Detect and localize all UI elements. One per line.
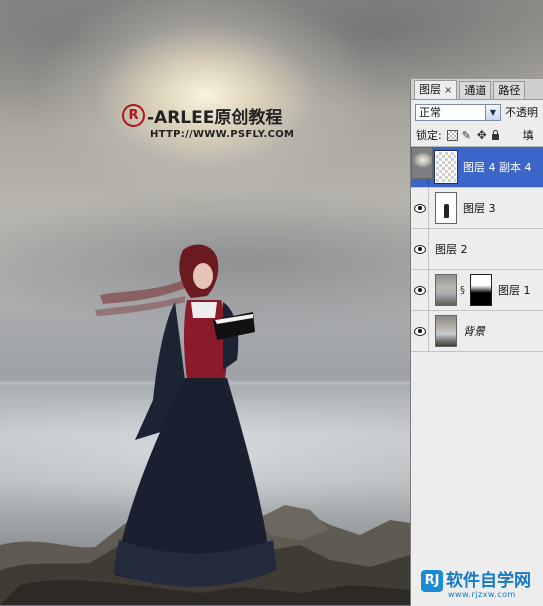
blend-mode-select[interactable]: 正常 ▼ xyxy=(415,103,501,121)
registered-mark-icon: R xyxy=(122,104,145,127)
lock-image-pixels-icon[interactable]: ✎ xyxy=(462,130,473,141)
layer-thumbnail xyxy=(411,147,433,179)
watermark-url: HTTP://WWW.PSFLY.COM xyxy=(150,129,295,140)
tab-channels-label: 通道 xyxy=(464,84,487,97)
layer-name: 图层 4 副本 4 xyxy=(463,161,532,174)
layer-name: 背景 xyxy=(463,325,485,338)
layer-list: 图层 4 副本 4 图层 3 图层 2 § 图层 1 背景 xyxy=(411,147,543,352)
site-logo: RJ 软件自学网 xyxy=(421,570,531,592)
woman-figure xyxy=(95,244,277,587)
lock-all-icon[interactable] xyxy=(491,130,499,140)
watermark-title: -ARLEE原创教程 xyxy=(147,108,283,128)
watermark-title-row: R -ARLEE原创教程 xyxy=(122,103,294,128)
site-logo-url: www.rjzxw.com xyxy=(448,590,516,599)
layer-name: 图层 2 xyxy=(435,243,468,256)
blend-row: 正常 ▼ 不透明 xyxy=(411,100,543,124)
opacity-label: 不透明 xyxy=(505,106,538,119)
layer-thumbnail xyxy=(434,150,458,184)
layers-panel: 图层× 通道 路径 正常 ▼ 不透明 锁定: ✎ ✥ 填 图层 4 副本 4 xyxy=(410,78,543,606)
layer-thumbnail xyxy=(435,315,457,347)
tab-paths-label: 路径 xyxy=(498,84,521,97)
fill-label: 填 xyxy=(522,129,534,142)
tab-layers[interactable]: 图层 × xyxy=(414,80,458,99)
visibility-toggle[interactable] xyxy=(411,270,429,310)
tab-paths[interactable]: 路径 xyxy=(493,81,526,99)
visibility-toggle[interactable] xyxy=(411,188,429,228)
site-logo-text: 软件自学网 xyxy=(446,570,531,591)
panel-tabs: 图层 × 通道 路径 xyxy=(411,79,543,100)
lock-row: 锁定: ✎ ✥ 填 xyxy=(411,124,543,147)
layer-thumbnail xyxy=(435,274,457,306)
chevron-down-icon[interactable]: ▼ xyxy=(485,104,500,120)
eye-icon xyxy=(413,203,426,213)
lock-transparent-pixels-icon[interactable] xyxy=(446,129,458,141)
lock-label: 锁定: xyxy=(416,129,442,142)
layer-thumbnail xyxy=(435,192,457,224)
layer-row[interactable]: 图层 2 xyxy=(411,147,543,270)
tab-layers-label: 图层 xyxy=(419,83,441,96)
layer-mask-thumbnail[interactable] xyxy=(470,274,492,306)
eye-icon xyxy=(413,285,426,295)
layer-row[interactable]: 背景 xyxy=(411,311,543,352)
lock-position-icon[interactable]: ✥ xyxy=(477,129,488,141)
eye-icon xyxy=(413,244,426,254)
tab-channels[interactable]: 通道 xyxy=(459,81,492,99)
layer-row[interactable]: 图层 3 xyxy=(411,188,543,229)
eye-icon xyxy=(413,326,426,336)
logo-mark-icon: RJ xyxy=(421,570,443,592)
visibility-toggle[interactable] xyxy=(411,311,429,351)
layer-name: 图层 3 xyxy=(463,202,496,215)
close-icon[interactable]: × xyxy=(444,85,452,96)
link-chain-icon[interactable]: § xyxy=(460,285,468,296)
visibility-toggle[interactable] xyxy=(411,229,429,269)
layer-name: 图层 1 xyxy=(498,284,531,297)
watermark: R -ARLEE原创教程 HTTP://WWW.PSFLY.COM xyxy=(122,103,294,140)
layer-row[interactable]: § 图层 1 xyxy=(411,270,543,311)
blend-mode-value: 正常 xyxy=(419,106,441,119)
lock-icons: ✎ ✥ xyxy=(446,129,503,141)
